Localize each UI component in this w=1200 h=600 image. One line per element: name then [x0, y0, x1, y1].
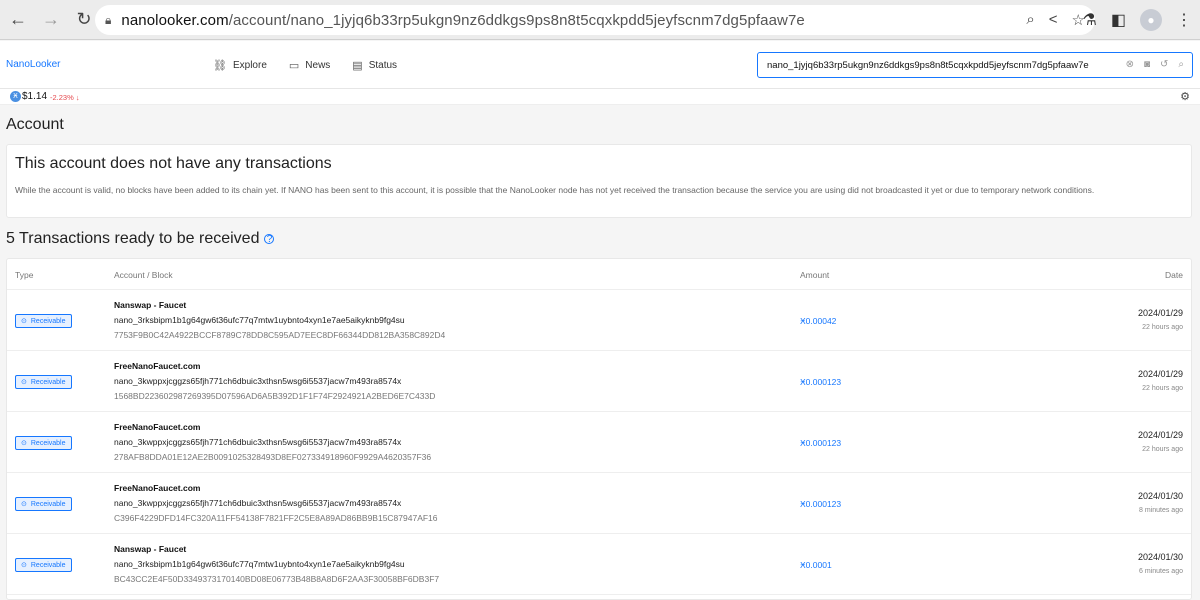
address-bar[interactable]: 🔒︎ nanolooker.com/account/nano_1jyjq6b33… [95, 5, 1095, 35]
receivable-heading: 5 Transactions ready to be received ? [6, 230, 275, 248]
amount: Ӿ0.000123 [800, 438, 842, 448]
account-alias: FreeNanoFaucet.com [114, 361, 201, 371]
receivable-badge: ⊙ Receivable [15, 375, 72, 389]
receivable-title: 5 Transactions ready to be received [6, 230, 260, 247]
badge-label: Receivable [30, 439, 66, 447]
nav-explore[interactable]: ⛓ Explore [213, 59, 267, 72]
table-row: ⊙ Receivable FreeNanoFaucet.com nano_3kwp… [7, 351, 1191, 412]
account-alias: FreeNanoFaucet.com [114, 422, 201, 432]
time-ago: 22 hours ago [1142, 385, 1183, 392]
site-header: NanoLooker ⛓ Explore ▭ News ▤ Status ⊗ ◙ ↺ … [0, 41, 1200, 89]
share-icon[interactable]: < [1049, 11, 1058, 29]
nav-news[interactable]: ▭ News [289, 59, 330, 72]
col-date: Date [1165, 270, 1183, 280]
col-account: Account / Block [114, 270, 173, 280]
block-hash-link[interactable]: 278AFB8DDA01E12AE2B0091025328493D8EF0273… [114, 452, 431, 462]
block-hash-link[interactable]: C396F4229DFD14FC320A11FF54138F7821FF2C5E… [114, 513, 438, 523]
empty-account-card: This account does not have any transacti… [6, 144, 1192, 218]
badge-label: Receivable [30, 561, 66, 569]
nav-explore-label: Explore [232, 60, 267, 71]
nav-status-label: Status [368, 60, 398, 71]
search-input[interactable] [767, 59, 1112, 71]
price-bar: Ӿ $1.14 -2.23% ↓ ⚙ [0, 89, 1200, 105]
empty-description: While the account is valid, no blocks ha… [15, 185, 1095, 195]
account-link[interactable]: nano_3rksbipm1b1g64gw6t36ufc77q7mtw1uybn… [114, 559, 405, 569]
date: 2024/01/30 [1137, 552, 1183, 562]
url-text: nanolooker.com/account/nano_1jyjq6b33rp5… [121, 11, 805, 29]
receivable-badge: ⊙ Receivable [15, 436, 72, 450]
database-icon: ▤ [352, 60, 363, 72]
time-ago: 8 minutes ago [1139, 507, 1183, 514]
date: 2024/01/29 [1137, 369, 1183, 379]
check-circle-icon: ⊙ [21, 501, 27, 508]
page-title: Account [6, 116, 64, 133]
receivable-badge: ⊙ Receivable [15, 314, 72, 328]
price-change: -2.23% ↓ [50, 93, 80, 102]
back-icon[interactable]: ← [3, 5, 33, 35]
time-ago: 6 minutes ago [1139, 568, 1183, 575]
table-row: ⊙ Receivable Nanswap - Faucet nano_3rksbi… [7, 290, 1191, 351]
account-link[interactable]: nano_3kwppxjcggzs65fjh771ch6dbuic3xthsn5… [114, 437, 401, 447]
account-alias: FreeNanoFaucet.com [114, 483, 201, 493]
col-amount: Amount [800, 270, 830, 280]
profile-icon[interactable]: ● [1140, 9, 1162, 31]
block-hash-link[interactable]: 7753F9B0C42A4922BCCF8789C78DD8C595AD7EEC… [114, 330, 445, 340]
calendar-icon: ▭ [288, 60, 300, 72]
account-alias: Nanswap - Faucet [114, 544, 187, 554]
date: 2024/01/29 [1137, 430, 1183, 440]
clear-icon[interactable]: ⊗ [1126, 59, 1134, 70]
price-value: $1.14 [22, 91, 48, 102]
account-link[interactable]: nano_3rksbipm1b1g64gw6t36ufc77q7mtw1uybn… [114, 315, 405, 325]
menu-icon[interactable]: ⋮ [1176, 10, 1192, 30]
account-link[interactable]: nano_3kwppxjcggzs65fjh771ch6dbuic3xthsn5… [114, 498, 401, 508]
block-hash-link[interactable]: BC43CC2E4F50D3349373170140BD08E06773B48B… [114, 574, 439, 584]
lock-icon: 🔒︎ [105, 12, 112, 27]
nano-logo-icon: Ӿ [10, 91, 21, 102]
forward-icon[interactable]: → [36, 5, 66, 35]
table-row: ⊙ Receivable Nanswap - Faucet nano_3rksbi… [7, 534, 1191, 595]
badge-label: Receivable [30, 317, 66, 325]
badge-label: Receivable [30, 378, 66, 386]
gear-icon[interactable]: ⚙ [1180, 90, 1190, 103]
explore-icon: ⛓ [213, 60, 227, 72]
brand-link[interactable]: NanoLooker [6, 59, 60, 70]
sidepanel-icon[interactable]: ◧ [1111, 10, 1126, 30]
check-circle-icon: ⊙ [21, 318, 27, 325]
camera-icon[interactable]: ◙ [1144, 59, 1150, 70]
time-ago: 22 hours ago [1142, 446, 1183, 453]
badge-label: Receivable [30, 500, 66, 508]
col-type: Type [15, 270, 34, 280]
browser-toolbar: ← → ↻ 🔒︎ nanolooker.com/account/nano_1jy… [0, 0, 1200, 40]
history-icon[interactable]: ↺ [1160, 59, 1168, 70]
amount: Ӿ0.0001 [800, 560, 832, 570]
account-alias: Nanswap - Faucet [114, 300, 187, 310]
nav-news-label: News [305, 60, 331, 71]
search-box[interactable]: ⊗ ◙ ↺ ⌕ [757, 52, 1193, 78]
table-row: ⊙ Receivable FreeNanoFaucet.com nano_3kwp… [7, 412, 1191, 473]
table-header: Type Account / Block Amount Date [7, 259, 1191, 290]
receivable-badge: ⊙ Receivable [15, 497, 72, 511]
amount: Ӿ0.00042 [800, 316, 837, 326]
help-icon[interactable]: ? [264, 234, 275, 245]
date: 2024/01/29 [1137, 308, 1183, 318]
account-link[interactable]: nano_3kwppxjcggzs65fjh771ch6dbuic3xthsn5… [114, 376, 401, 386]
block-hash-link[interactable]: 1568BD223602987269395D07596AD6A5B392D1F1… [114, 391, 435, 401]
date: 2024/01/30 [1137, 491, 1183, 501]
amount: Ӿ0.000123 [800, 377, 842, 387]
amount: Ӿ0.000123 [800, 499, 842, 509]
empty-title: This account does not have any transacti… [15, 155, 332, 172]
check-circle-icon: ⊙ [21, 440, 27, 447]
receivable-badge: ⊙ Receivable [15, 558, 72, 572]
table-row: ⊙ Receivable FreeNanoFaucet.com nano_3kwp… [7, 473, 1191, 534]
receivable-table: Type Account / Block Amount Date ⊙ Receiv… [6, 258, 1192, 600]
zoom-icon[interactable]: ⌕ [1026, 11, 1034, 29]
search-icon[interactable]: ⌕ [1178, 59, 1184, 70]
extensions-icon[interactable]: ⚗ [1083, 10, 1097, 30]
nav-status[interactable]: ▤ Status [352, 59, 397, 72]
time-ago: 22 hours ago [1142, 324, 1183, 331]
check-circle-icon: ⊙ [21, 562, 27, 569]
check-circle-icon: ⊙ [21, 379, 27, 386]
